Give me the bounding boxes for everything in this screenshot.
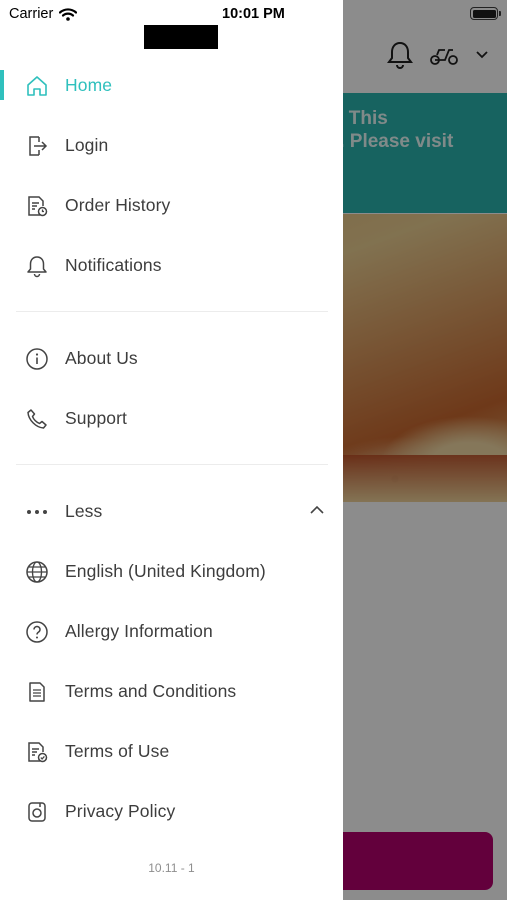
info-icon [24,346,50,372]
redacted-block [144,25,218,49]
menu-item-privacy-policy-label: Privacy Policy [65,800,176,821]
carrier-label: Carrier [9,6,54,22]
menu-item-support[interactable]: Support [0,393,343,443]
menu-item-terms-of-use[interactable]: Terms of Use [0,726,343,776]
menu-item-terms-and-conditions-label: Terms and Conditions [65,680,237,701]
login-icon [24,133,50,159]
bell-icon [24,253,50,279]
menu-item-about-us[interactable]: About Us [0,333,343,383]
menu-item-home-label: Home [65,74,113,95]
menu-item-order-history[interactable]: Order History [0,180,343,230]
menu-item-support-label: Support [65,407,127,428]
menu-item-terms-of-use-label: Terms of Use [65,740,170,761]
question-circle-icon [24,619,50,645]
menu-item-privacy-policy[interactable]: Privacy Policy [0,786,343,836]
status-bar: Carrier 10:01 PM [0,0,507,28]
battery-icon [470,7,501,20]
menu-item-language-label: English (United Kingdom) [65,560,266,581]
side-drawer: Home Login Order History Notifications A… [0,0,343,900]
menu-divider [16,464,328,465]
home-icon [24,73,50,99]
menu-item-home[interactable]: Home [0,60,343,110]
order-history-icon [24,193,50,219]
phone-icon [24,406,50,432]
menu-item-language[interactable]: English (United Kingdom) [0,546,343,596]
document-icon [24,679,50,705]
menu-item-allergy-information[interactable]: Allergy Information [0,606,343,656]
menu-item-less-toggle[interactable]: Less [0,486,343,536]
menu-item-login-label: Login [65,134,109,155]
menu-item-about-us-label: About Us [65,347,138,368]
menu-item-notifications[interactable]: Notifications [0,240,343,290]
menu-item-less-label: Less [65,500,103,521]
document-check-icon [24,739,50,765]
menu-item-order-history-label: Order History [65,194,171,215]
wifi-icon [59,7,78,21]
chevron-up-icon [309,504,325,516]
privacy-icon [24,799,50,825]
more-dots-icon [24,499,50,525]
menu-item-notifications-label: Notifications [65,254,162,275]
globe-icon [24,559,50,585]
carrier-info: Carrier [9,6,78,22]
status-time: 10:01 PM [222,6,285,22]
menu-item-terms-and-conditions[interactable]: Terms and Conditions [0,666,343,716]
menu-divider [16,311,328,312]
app-version: 10.11 - 1 [148,861,195,875]
menu-item-login[interactable]: Login [0,120,343,170]
menu-item-allergy-information-label: Allergy Information [65,620,213,641]
